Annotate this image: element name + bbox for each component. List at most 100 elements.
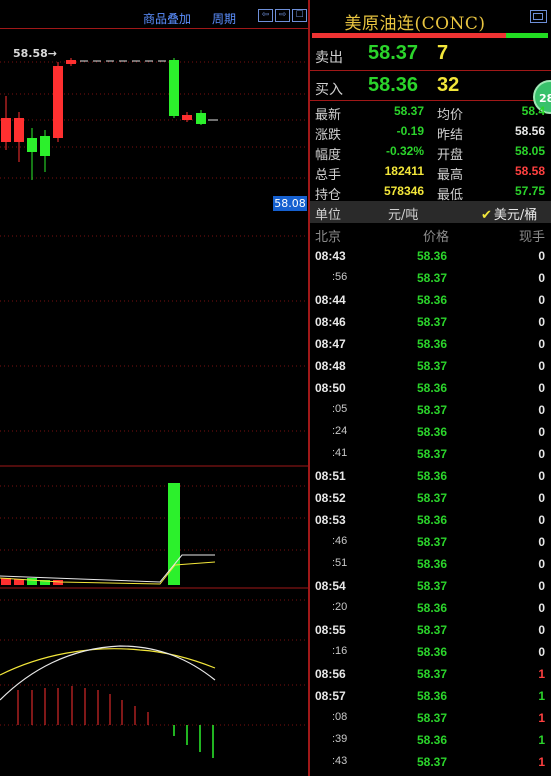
tick-volume: 1 bbox=[538, 689, 545, 703]
ask-label: 卖出 bbox=[315, 50, 343, 66]
candle-body bbox=[196, 113, 206, 124]
tick-price: 58.36 bbox=[417, 293, 448, 307]
tick-price: 58.36 bbox=[417, 249, 448, 263]
candle-body bbox=[1, 118, 11, 142]
tick-volume: 0 bbox=[538, 249, 545, 263]
stat-value: 57.75 bbox=[514, 184, 545, 198]
tick-volume: 0 bbox=[538, 381, 545, 395]
tick-price: 58.36 bbox=[417, 337, 448, 351]
tick-volume: 1 bbox=[538, 667, 545, 681]
tick-price: 58.37 bbox=[417, 755, 448, 769]
tick-time: 08:55 bbox=[315, 623, 346, 637]
tick-time: 08:57 bbox=[315, 689, 346, 703]
tick-row: :39 58.36 1 bbox=[310, 729, 551, 751]
tick-time: :46 bbox=[332, 535, 348, 547]
tick-row: 08:50 58.36 0 bbox=[310, 377, 551, 399]
checkmark-icon: ✔ bbox=[481, 208, 492, 223]
tick-price: 58.37 bbox=[417, 491, 448, 505]
tick-volume: 0 bbox=[538, 315, 545, 329]
stat-row: 涨跌 -0.19 昨结 58.56 bbox=[310, 121, 551, 143]
tick-row: 08:47 58.36 0 bbox=[310, 333, 551, 355]
tick-time: 08:48 bbox=[315, 359, 346, 373]
tick-row: :51 58.36 0 bbox=[310, 553, 551, 575]
tick-row: :05 58.37 0 bbox=[310, 399, 551, 421]
tick-volume: 0 bbox=[538, 601, 545, 615]
ratio-bar-green bbox=[506, 33, 548, 38]
tick-volume: 0 bbox=[538, 293, 545, 307]
tick-row: 08:57 58.36 1 bbox=[310, 685, 551, 707]
candle-body bbox=[40, 136, 50, 156]
stat-value: 58.05 bbox=[514, 144, 545, 158]
candle-body bbox=[169, 60, 179, 116]
tick-time: :24 bbox=[332, 425, 348, 437]
tick-volume: 0 bbox=[538, 623, 545, 637]
tick-time: 08:43 bbox=[315, 249, 346, 263]
kline-chart-canvas[interactable] bbox=[0, 0, 308, 776]
unit-option-usd-per-barrel[interactable]: ✔ 美元/桶 bbox=[481, 204, 537, 223]
tick-volume: 0 bbox=[538, 645, 545, 659]
unit-label: 单位 bbox=[315, 208, 342, 223]
tick-time: 08:53 bbox=[315, 513, 346, 527]
tick-volume: 0 bbox=[538, 535, 545, 549]
candle-body bbox=[27, 138, 37, 152]
tick-list[interactable]: 08:43 58.36 0:56 58.37 0 08:44 58.36 0 08:46 58.3… bbox=[310, 245, 551, 773]
tick-volume: 0 bbox=[538, 359, 545, 373]
stat-value: -0.32% bbox=[385, 144, 424, 158]
candle-body bbox=[66, 60, 76, 64]
tick-price: 58.37 bbox=[417, 667, 448, 681]
unit-bar: 单位 元/吨 ✔ 美元/桶 bbox=[310, 201, 551, 223]
tick-row: 08:53 58.36 0 bbox=[310, 509, 551, 531]
stat-row: 最新 58.37 均价 58.4 bbox=[310, 101, 551, 123]
candle-body bbox=[53, 66, 63, 138]
tick-time: :56 bbox=[332, 271, 348, 283]
scroll-right-icon[interactable]: ⇨ bbox=[275, 9, 290, 22]
tick-time: 08:44 bbox=[315, 293, 346, 307]
tick-row: 08:52 58.37 0 bbox=[310, 487, 551, 509]
tick-volume: 0 bbox=[538, 469, 545, 483]
tick-time: 08:56 bbox=[315, 667, 346, 681]
tick-time: :16 bbox=[332, 645, 348, 657]
period-link[interactable]: 周期 bbox=[212, 10, 236, 27]
maximize-icon[interactable]: ☐ bbox=[292, 9, 307, 22]
stat-value: 58.37 bbox=[393, 104, 424, 118]
tick-volume: 0 bbox=[538, 447, 545, 461]
scroll-left-icon[interactable]: ⇦ bbox=[258, 9, 273, 22]
tick-time: :39 bbox=[332, 733, 348, 745]
tick-row: 08:44 58.36 0 bbox=[310, 289, 551, 311]
ticks-header-price: 价格 bbox=[423, 230, 450, 245]
stat-value: -0.19 bbox=[396, 124, 424, 138]
stat-value: 578346 bbox=[383, 184, 424, 198]
unit-option-yuan-per-ton[interactable]: 元/吨 bbox=[388, 204, 418, 223]
stat-row: 总手 182411 最高 58.58 bbox=[310, 161, 551, 183]
chart-toolbar: 商品叠加 周期 ⇦ ⇨ ☐ bbox=[0, 8, 308, 26]
ticks-header-time: 北京 bbox=[315, 230, 342, 245]
tick-price: 58.37 bbox=[417, 535, 448, 549]
tick-row: :41 58.37 0 bbox=[310, 443, 551, 465]
tick-time: :08 bbox=[332, 711, 348, 723]
tick-price: 58.37 bbox=[417, 579, 448, 593]
tick-volume: 0 bbox=[538, 557, 545, 571]
tick-price: 58.36 bbox=[417, 689, 448, 703]
ask-row: 卖出 58.37 7 bbox=[310, 39, 551, 69]
volume-ma-line bbox=[0, 554, 215, 583]
candle-body bbox=[182, 115, 192, 120]
tick-time: :20 bbox=[332, 601, 348, 613]
stat-row: 持仓 578346 最低 57.75 bbox=[310, 181, 551, 203]
tick-row: :46 58.37 0 bbox=[310, 531, 551, 553]
window-toggle-icon[interactable] bbox=[530, 10, 547, 23]
bid-row: 买入 58.36 32 bbox=[310, 71, 551, 101]
tick-row: 08:48 58.37 0 bbox=[310, 355, 551, 377]
tick-row: :24 58.36 0 bbox=[310, 421, 551, 443]
tick-price: 58.36 bbox=[417, 733, 448, 747]
quote-title-bar: 美原油连(CONC) bbox=[310, 0, 551, 34]
tick-price: 58.36 bbox=[417, 557, 448, 571]
tick-volume: 0 bbox=[538, 403, 545, 417]
overlay-commodity-link[interactable]: 商品叠加 bbox=[143, 10, 191, 27]
ratio-bar-red bbox=[312, 33, 506, 38]
toolbar-divider bbox=[0, 28, 308, 29]
quote-panel: 美原油连(CONC) 卖出 58.37 7 买入 58.36 32 28 最新 5… bbox=[308, 0, 551, 776]
kline-chart-area[interactable]: 商品叠加 周期 ⇦ ⇨ ☐ 58.58→ 58.08 bbox=[0, 0, 308, 776]
tick-price: 58.36 bbox=[417, 601, 448, 615]
tick-row: 08:56 58.37 1 bbox=[310, 663, 551, 685]
stat-value: 58.4 bbox=[521, 104, 545, 118]
